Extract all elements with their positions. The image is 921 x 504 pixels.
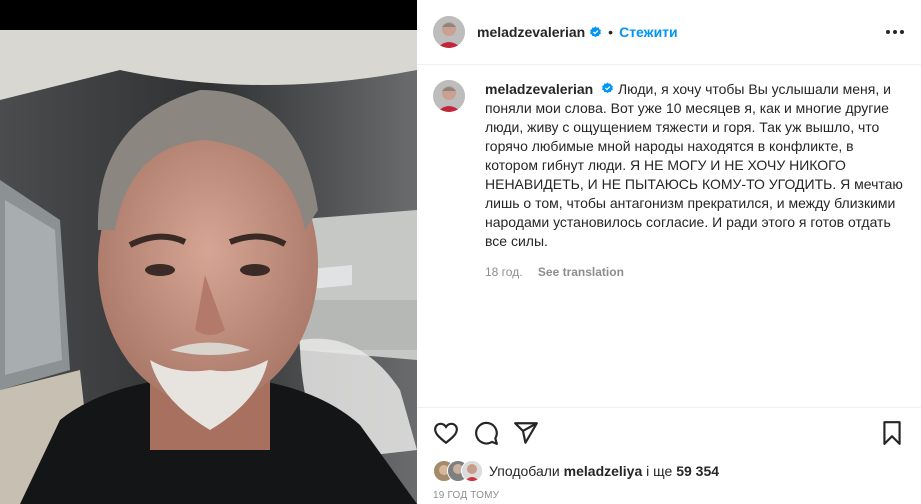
- comment-icon[interactable]: [473, 420, 499, 446]
- like-heart-icon[interactable]: [433, 420, 459, 446]
- more-options-icon[interactable]: [883, 22, 907, 42]
- liked-by-mid: і ще: [646, 463, 673, 479]
- post-modal: meladzevalerian • Стежити meladzevaleria…: [0, 0, 921, 504]
- author-avatar[interactable]: [433, 16, 465, 48]
- caption-block: meladzevalerian Люди, я хочу чтобы Вы ус…: [433, 80, 909, 282]
- liked-by-user[interactable]: meladzeliya: [564, 463, 643, 479]
- post-side-panel: meladzevalerian • Стежити meladzevaleria…: [417, 0, 921, 504]
- liker-avatar: [461, 460, 483, 482]
- avatar-image: [462, 461, 482, 481]
- follow-button[interactable]: Стежити: [619, 24, 678, 40]
- likes-count[interactable]: 59 354: [676, 463, 719, 479]
- separator-dot: •: [608, 24, 614, 40]
- verified-badge-icon: [590, 26, 602, 37]
- avatar-image: [433, 16, 465, 48]
- caption-text: Люди, я хочу чтобы Вы услышали меня, и п…: [485, 81, 903, 249]
- liker-avatars[interactable]: [433, 460, 483, 482]
- caption-body: meladzevalerian Люди, я хочу чтобы Вы ус…: [485, 80, 909, 282]
- likes-row: Уподобали meladzeliya і ще 59 354: [433, 458, 719, 484]
- caption-author-avatar[interactable]: [433, 80, 465, 112]
- action-bar: [417, 407, 921, 456]
- post-photo[interactable]: [0, 30, 417, 504]
- selfie-in-car-image: [0, 30, 417, 504]
- caption-meta: 18 год. See translation: [485, 263, 909, 282]
- see-translation-link[interactable]: See translation: [538, 265, 624, 279]
- post-header: meladzevalerian • Стежити: [417, 0, 921, 65]
- verified-badge-icon: [602, 82, 613, 94]
- share-paper-plane-icon[interactable]: [513, 420, 539, 446]
- save-bookmark-icon[interactable]: [879, 420, 905, 446]
- liked-by-prefix: Уподобали: [489, 463, 560, 479]
- caption-username[interactable]: meladzevalerian: [485, 81, 593, 97]
- post-timestamp[interactable]: 19 ГОД ТОМУ: [433, 490, 499, 501]
- avatar-image: [433, 80, 465, 112]
- caption-age: 18 год.: [485, 265, 523, 279]
- header-username[interactable]: meladzevalerian: [477, 24, 585, 40]
